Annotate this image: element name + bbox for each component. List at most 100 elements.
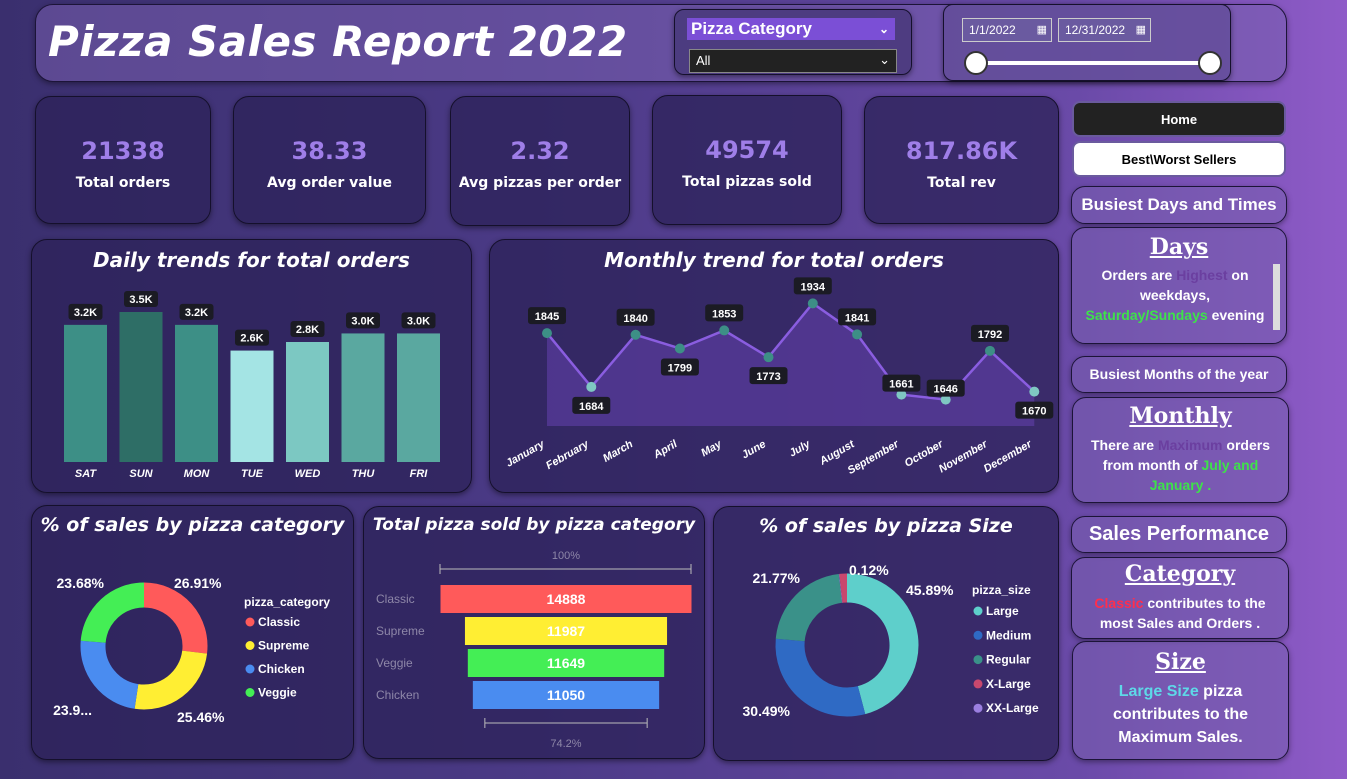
kpi-total-revenue: 817.86K Total rev — [864, 96, 1059, 224]
category-text: Classic contributes to the most Sales an… — [1094, 595, 1266, 631]
kpi-value: 21338 — [81, 137, 165, 165]
bar — [230, 350, 274, 462]
tick-label: THU — [352, 468, 376, 480]
legend-item: Classic — [258, 615, 300, 629]
data-label: 23.68% — [57, 575, 105, 591]
data-label: 2.8K — [296, 324, 319, 336]
category-insight-card: Category Classic contributes to the most… — [1071, 557, 1289, 639]
legend-item: Regular — [986, 653, 1031, 667]
days-text: Orders are Highest on weekdays, Saturday… — [1085, 267, 1265, 323]
kpi-value: 49574 — [705, 136, 789, 164]
kpi-label: Avg pizzas per order — [458, 175, 622, 191]
tick-label: SUN — [129, 468, 153, 480]
data-label: 3.2K — [185, 307, 208, 319]
pizza-sold-card: Total pizza sold by pizza category 100% 1… — [363, 506, 705, 759]
busiest-months-header: Busiest Months of the year — [1071, 356, 1287, 393]
data-label: 3.2K — [74, 307, 97, 319]
date-range-handle-start[interactable] — [964, 51, 988, 75]
date-range-handle-end[interactable] — [1198, 51, 1222, 75]
data-label: 23.9... — [53, 702, 92, 718]
slicer-title: Pizza Category ⌄ — [687, 18, 895, 40]
legend-swatch — [973, 655, 983, 665]
data-label: 3.0K — [407, 315, 430, 327]
daily-trends-chart: 3.2K SAT 3.5K SUN 3.2K MON 2.6K TUE 2.8K WED 3.0K T… — [64, 291, 440, 480]
scrollbar[interactable] — [1273, 264, 1280, 330]
chevron-down-icon: ⌄ — [879, 52, 890, 67]
data-label: 26.91% — [174, 575, 222, 591]
tick-label: SAT — [75, 468, 97, 480]
legend-title: pizza_category — [244, 595, 330, 609]
data-label: 45.89% — [906, 582, 954, 598]
legend-swatch — [245, 664, 255, 674]
legend-swatch — [973, 679, 983, 689]
monthly-trend-card: Monthly trend for total orders 1845 Janua… — [489, 239, 1059, 493]
tick-label: MON — [184, 468, 211, 480]
data-label: 1840 — [623, 313, 647, 325]
data-label: 11987 — [547, 623, 585, 639]
kpi-label: Total orders — [75, 175, 171, 191]
tick-label: June — [740, 438, 768, 461]
calendar-icon[interactable]: ▦ — [1136, 19, 1146, 41]
section-heading: Sales Performance — [1088, 523, 1270, 545]
busiest-days-header: Busiest Days and Times — [1071, 186, 1287, 224]
tick-label: September — [846, 438, 902, 477]
bar — [341, 333, 385, 462]
tick-label: FRI — [410, 468, 429, 480]
data-label: 1853 — [712, 308, 736, 320]
size-donut-chart: 45.89% 30.49% 21.77% 0.12% pizza_size Large Me… — [743, 562, 1039, 719]
tick-label: January — [504, 438, 547, 470]
tick-label: November — [937, 438, 990, 476]
data-label: 11050 — [547, 687, 585, 703]
legend-item: Supreme — [258, 639, 310, 653]
data-point — [630, 329, 641, 340]
legend-swatch — [245, 688, 255, 697]
data-label: 3.0K — [351, 315, 374, 327]
data-label: 1646 — [933, 384, 957, 396]
tick-label: December — [982, 438, 1035, 475]
data-point — [1029, 386, 1040, 397]
calendar-icon[interactable]: ▦ — [1037, 19, 1047, 41]
date-end-input[interactable]: 12/31/2022 ▦ — [1058, 18, 1151, 42]
tick-label: WED — [295, 468, 321, 480]
sales-performance-header: Sales Performance — [1071, 516, 1287, 553]
tick-label: Chicken — [376, 688, 419, 702]
legend-item: Chicken — [258, 662, 305, 676]
data-label: 21.77% — [753, 570, 801, 586]
bar — [397, 333, 440, 462]
data-label: 30.49% — [743, 703, 791, 719]
legend-item: X-Large — [986, 677, 1031, 691]
date-start-input[interactable]: 1/1/2022 ▦ — [962, 18, 1052, 42]
data-point — [985, 345, 995, 356]
category-sales-card: % of sales by pizza category 26.91% 25.46… — [31, 505, 354, 760]
kpi-total-pizzas-sold: 49574 Total pizzas sold — [652, 95, 842, 225]
data-label: 3.5K — [129, 294, 152, 306]
donut-slice — [143, 582, 208, 654]
date-range-track — [974, 61, 1210, 65]
tick-label: March — [601, 438, 635, 465]
size-sales-card: % of sales by pizza Size 45.89% 30.49% 21.… — [713, 506, 1059, 761]
tick-label: May — [699, 438, 724, 460]
bar — [64, 324, 107, 462]
bar — [119, 312, 163, 462]
kpi-value: 2.32 — [510, 137, 570, 165]
data-point — [719, 325, 730, 336]
size-insight-card: Size Large Size pizza contributes to the… — [1072, 641, 1289, 760]
data-label: 1792 — [978, 329, 1002, 341]
category-select[interactable]: All ⌄ — [689, 49, 897, 73]
data-label: 1845 — [535, 311, 559, 323]
legend-item: Large — [986, 604, 1019, 618]
data-point — [586, 381, 597, 392]
data-label: 2.6K — [240, 333, 263, 345]
donut-slice — [775, 638, 866, 717]
data-label: 11649 — [547, 655, 585, 671]
home-button[interactable]: Home — [1072, 101, 1286, 137]
kpi-label: Total pizzas sold — [682, 174, 812, 190]
monthly-heading: Monthly — [1129, 403, 1232, 429]
data-label: 1670 — [1022, 406, 1046, 418]
best-worst-sellers-button[interactable]: Best\Worst Sellers — [1072, 141, 1286, 177]
tick-label: Veggie — [376, 656, 413, 670]
bottom-label: 74.2% — [550, 738, 581, 750]
chevron-down-icon[interactable]: ⌄ — [879, 18, 889, 40]
legend-swatch — [973, 606, 983, 616]
legend-swatch — [245, 641, 255, 650]
